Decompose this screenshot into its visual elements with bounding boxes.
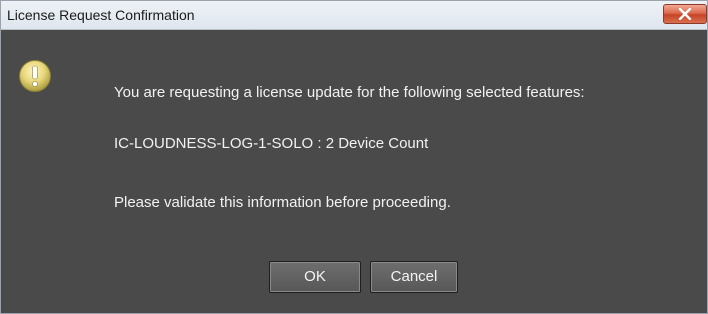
validation-note: Please validate this information before … bbox=[114, 194, 451, 211]
feature-detail: IC-LOUDNESS-LOG-1-SOLO : 2 Device Count bbox=[114, 135, 429, 152]
dialog-body: You are requesting a license update for … bbox=[1, 30, 707, 313]
title-bar[interactable]: License Request Confirmation bbox=[1, 1, 707, 30]
warning-icon bbox=[19, 60, 51, 92]
cancel-button[interactable]: Cancel bbox=[370, 261, 458, 293]
close-button[interactable] bbox=[663, 4, 707, 24]
close-icon bbox=[678, 8, 692, 20]
dialog-title: License Request Confirmation bbox=[7, 7, 195, 23]
license-request-dialog: License Request Confirmation You are req… bbox=[0, 0, 708, 314]
request-message: You are requesting a license update for … bbox=[114, 84, 585, 101]
ok-button[interactable]: OK bbox=[269, 261, 361, 293]
